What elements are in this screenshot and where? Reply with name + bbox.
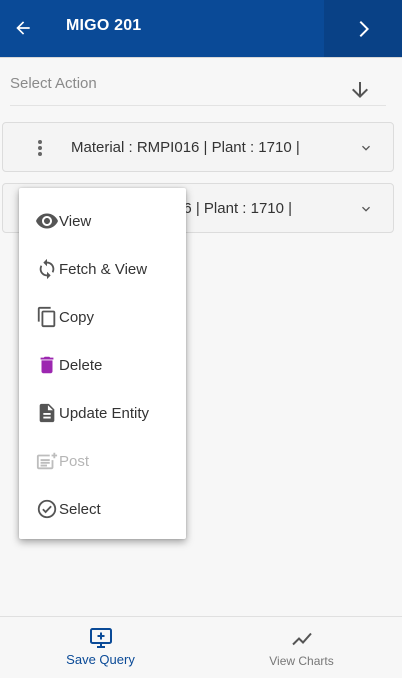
menu-item-view[interactable]: View <box>19 201 186 241</box>
trash-icon <box>35 353 59 377</box>
save-query-tab[interactable]: Save Query <box>0 617 201 678</box>
expand-button[interactable] <box>358 140 374 156</box>
menu-item-label: View <box>59 212 92 230</box>
line-chart-icon <box>290 626 314 650</box>
menu-item-label: Fetch & View <box>59 260 148 278</box>
menu-item-label: Select <box>59 500 101 518</box>
copy-icon <box>35 305 59 329</box>
select-action-field[interactable]: Select Action <box>10 75 386 106</box>
menu-item-select[interactable]: Select <box>19 489 186 529</box>
view-charts-tab[interactable]: View Charts <box>201 617 402 678</box>
select-action-placeholder: Select Action <box>10 75 97 92</box>
list-item[interactable]: Material : RMPI016 | Plant : 1710 | <box>2 122 394 172</box>
list-item-text: Material : RMPI016 | Plant : 1710 | <box>71 139 300 156</box>
menu-item-update-entity[interactable]: Update Entity <box>19 393 186 433</box>
document-icon <box>35 401 59 425</box>
refresh-icon <box>35 257 59 281</box>
eye-icon <box>35 209 59 233</box>
bottom-navigation: Save Query View Charts <box>0 616 402 678</box>
page-title: MIGO 201 <box>66 17 142 34</box>
list-item-text: 16 | Plant : 1710 | <box>175 200 293 217</box>
add-to-screen-icon <box>89 626 113 650</box>
chevron-down-icon <box>362 145 370 151</box>
forward-button[interactable] <box>324 0 402 57</box>
menu-item-label: Update Entity <box>59 404 150 422</box>
more-vertical-icon <box>38 140 42 156</box>
arrow-left-icon <box>16 21 30 35</box>
menu-item-label: Delete <box>59 356 103 374</box>
sort-down-button[interactable] <box>348 78 372 102</box>
post-icon <box>35 449 59 473</box>
menu-item-delete[interactable]: Delete <box>19 345 186 385</box>
row-menu-button[interactable] <box>31 138 49 158</box>
tab-label: Save Query <box>66 652 135 667</box>
app-header: MIGO 201 <box>0 0 402 58</box>
arrow-down-icon <box>352 82 368 98</box>
back-button[interactable] <box>8 13 38 43</box>
menu-item-post[interactable]: Post <box>19 441 186 481</box>
menu-item-label: Copy <box>59 308 95 326</box>
chevron-right-icon <box>359 20 369 37</box>
chevron-down-icon <box>362 206 370 212</box>
tab-label: View Charts <box>269 654 334 668</box>
menu-item-copy[interactable]: Copy <box>19 297 186 337</box>
menu-item-label: Post <box>59 452 90 470</box>
expand-button[interactable] <box>358 201 374 217</box>
context-menu: View Fetch & View Copy Delete Update Ent… <box>19 188 186 539</box>
check-circle-icon <box>35 497 59 521</box>
menu-item-fetch-view[interactable]: Fetch & View <box>19 249 186 289</box>
